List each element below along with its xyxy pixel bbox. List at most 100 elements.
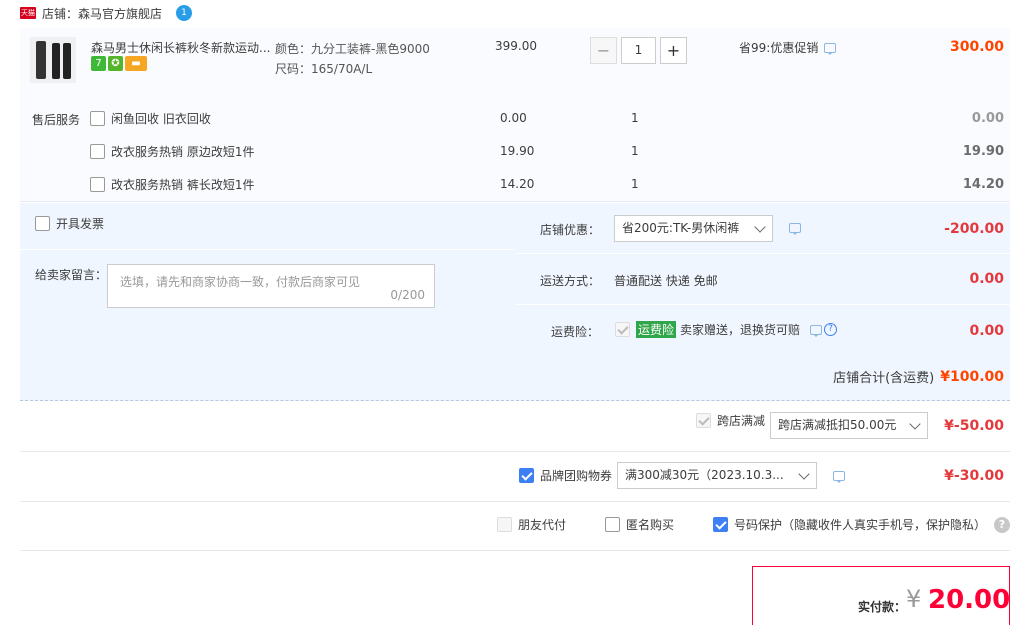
shop-discount-selected: 省200元:TK-男休闲裤: [622, 221, 740, 235]
services-label: 售后服务: [32, 113, 81, 127]
divider: [20, 550, 1010, 551]
seller-message-input[interactable]: 选填，请先和商家协商一致，付款后商家可见 0/200: [107, 264, 435, 308]
shop-discount-select[interactable]: 省200元:TK-男休闲裤: [614, 215, 773, 242]
friend-pay-checkbox[interactable]: [497, 517, 512, 532]
insurance-tag: 运费险: [636, 321, 677, 338]
cross-store-selected: 跨店满减抵扣50.00元: [778, 418, 897, 432]
insurance-amount: 0.00: [969, 323, 1004, 339]
sku-size: 尺码：165/70A/L: [275, 62, 373, 76]
service-qty: 1: [631, 144, 639, 158]
buyer-options-panel: 开具发票 给卖家留言： 选填，请先和商家协商一致，付款后商家可见 0/200: [20, 203, 514, 349]
product-sku: 颜色：九分工装裤-黑色9000 尺码：165/70A/L: [275, 39, 430, 79]
insurance-detail-icon[interactable]: [810, 324, 823, 337]
order-extras: 开具发票 给卖家留言： 选填，请先和商家协商一致，付款后商家可见 0/200 店…: [20, 203, 1010, 401]
message-label: 给卖家留言：: [35, 268, 108, 282]
service-name: 改衣服务热销 原边改短1件: [111, 144, 255, 159]
shop-total-label: 店铺合计(含运费): [833, 371, 935, 386]
service-total: 0.00: [971, 111, 1004, 126]
shop-name[interactable]: 森马官方旗舰店: [78, 5, 162, 22]
payment-label: 实付款：: [858, 600, 907, 614]
help-icon[interactable]: ?: [824, 323, 838, 336]
privacy-checkbox[interactable]: [713, 517, 728, 532]
payment-amount: 20.00: [928, 585, 1011, 615]
promo-detail-icon[interactable]: [824, 42, 837, 55]
friend-pay-label: 朋友代付: [518, 518, 567, 532]
service-row: 改衣服务热销 原边改短1件: [90, 142, 254, 160]
shop-summary-panel: 店铺优惠： 省200元:TK-男休闲裤 -200.00 运送方式： 普通配送 快…: [516, 203, 1010, 349]
insurance-option: 运费险 卖家赠送，退换货可赔 ?: [615, 321, 838, 338]
quantity-stepper: − 1 +: [590, 37, 687, 64]
shop-label: 店铺：: [42, 6, 79, 21]
unit-price: 399.00: [495, 39, 537, 53]
brand-coupon-label: 品牌团购物券: [540, 469, 613, 483]
anonymous-checkbox[interactable]: [605, 517, 620, 532]
cross-store-checkbox[interactable]: [696, 413, 711, 428]
insurance-label: 运费险：: [551, 325, 600, 339]
service-row: 闲鱼回收 旧衣回收: [90, 109, 211, 127]
promo-text: 省99:优惠促销: [739, 41, 819, 55]
brand-coupon-amount: ¥-30.00: [944, 468, 1004, 484]
service-checkbox[interactable]: [90, 110, 105, 126]
divider: [20, 451, 1010, 452]
friend-pay-option: 朋友代付: [497, 516, 566, 533]
brand-coupon-select[interactable]: 满300减30元（2023.10.3...: [617, 462, 817, 489]
brand-coupon-selected: 满300减30元（2023.10.3...: [625, 468, 784, 482]
discount-detail-icon[interactable]: [789, 223, 801, 235]
service-qty: 1: [631, 177, 639, 191]
insurance-desc: 卖家赠送，退换货可赔: [680, 323, 801, 337]
privacy-label: 号码保护（隐藏收件人真实手机号，保护隐私）: [734, 518, 987, 532]
insurance-checkbox[interactable]: [615, 322, 630, 337]
product-tags: 7 ✪ ▬: [91, 56, 147, 71]
shop-total: 店铺合计(含运费) ¥100.00: [833, 367, 1004, 387]
brand-coupon-checkbox[interactable]: [519, 468, 534, 483]
shop-discount-amount: -200.00: [944, 221, 1004, 237]
service-price: 0.00: [500, 111, 527, 125]
seven-day-return-icon: 7: [91, 56, 106, 71]
invoice-label: 开具发票: [56, 217, 105, 231]
shipping-method: 普通配送 快递 免邮: [614, 274, 718, 288]
shop-header: 天猫 店铺： 森马官方旗舰店 1: [20, 4, 193, 22]
service-checkbox[interactable]: [90, 176, 105, 192]
shop-discount-label: 店铺优惠：: [540, 223, 601, 237]
decrease-quantity-button[interactable]: −: [590, 37, 617, 64]
help-icon[interactable]: ?: [994, 517, 1010, 533]
anonymous-label: 匿名购买: [626, 518, 675, 532]
message-char-count: 0/200: [390, 288, 425, 302]
divider: [516, 253, 1010, 254]
coupon-detail-icon[interactable]: [833, 471, 845, 483]
checkout-page: 天猫 店铺： 森马官方旗舰店 1 森马男士休闲长裤秋冬新款运动... 7 ✪ ▬ …: [0, 0, 1027, 625]
item-promo: 省99:优惠促销: [739, 39, 837, 56]
message-placeholder: 选填，请先和商家协商一致，付款后商家可见: [120, 275, 361, 289]
cross-store-select[interactable]: 跨店满减抵扣50.00元: [770, 412, 928, 439]
card-icon: ▬: [125, 56, 147, 71]
service-price: 14.20: [500, 177, 535, 191]
chevron-down-icon: [798, 468, 810, 480]
shipping-amount: 0.00: [969, 271, 1004, 287]
chat-seller-icon[interactable]: 1: [176, 5, 193, 21]
invoice-option: 开具发票: [35, 215, 104, 232]
product-title[interactable]: 森马男士休闲长裤秋冬新款运动...: [91, 39, 271, 56]
service-checkbox[interactable]: [90, 143, 105, 159]
payment-currency: ¥: [906, 585, 922, 613]
product-thumbnail[interactable]: [30, 37, 76, 83]
anonymous-option: 匿名购买: [605, 516, 674, 533]
payment-summary: 实付款： ¥ 20.00: [752, 566, 1010, 625]
service-name: 改衣服务热销 裤长改短1件: [111, 177, 255, 192]
increase-quantity-button[interactable]: +: [660, 37, 687, 64]
service-total: 14.20: [962, 177, 1004, 192]
service-name: 闲鱼回收 旧衣回收: [111, 111, 211, 126]
cross-store-label: 跨店满减: [717, 414, 766, 428]
privacy-option: 号码保护（隐藏收件人真实手机号，保护隐私）: [713, 516, 986, 533]
shop-total-amount: ¥100.00: [940, 368, 1004, 385]
cross-store-amount: ¥-50.00: [944, 418, 1004, 434]
order-item-box: 森马男士休闲长裤秋冬新款运动... 7 ✪ ▬ 颜色：九分工装裤-黑色9000 …: [20, 28, 1010, 202]
divider: [20, 501, 1010, 502]
invoice-checkbox[interactable]: [35, 216, 50, 231]
service-qty: 1: [631, 111, 639, 125]
shipping-label: 运送方式：: [540, 274, 601, 288]
cross-store-discount: 跨店满减: [696, 412, 765, 429]
brand-coupon: 品牌团购物券: [519, 467, 612, 484]
quantity-input[interactable]: 1: [621, 37, 656, 64]
tmall-badge-icon: 天猫: [20, 7, 36, 19]
service-row: 改衣服务热销 裤长改短1件: [90, 175, 254, 193]
